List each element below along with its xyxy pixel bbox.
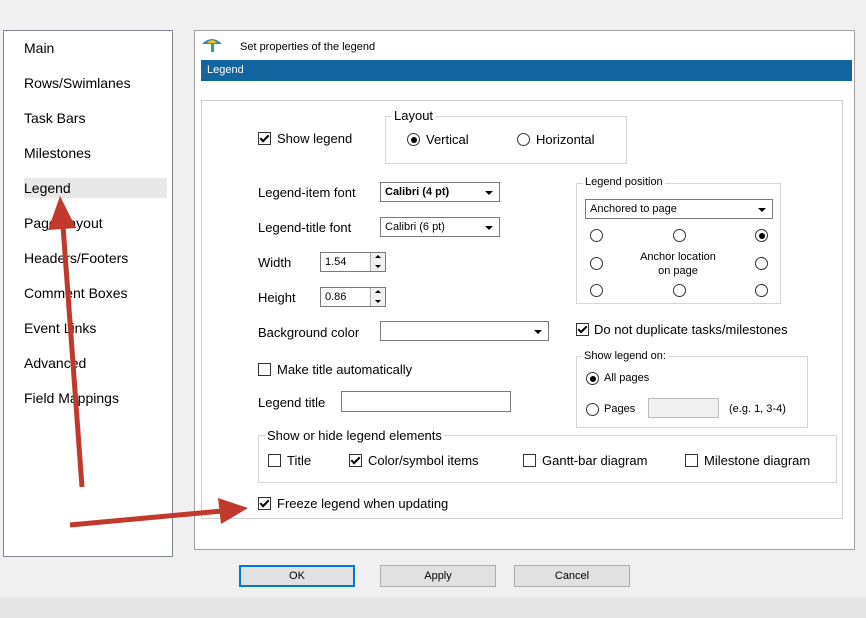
color-symbol-checkbox[interactable] — [349, 454, 362, 467]
section-header-bar: Legend — [201, 60, 852, 81]
legend-position-select[interactable]: Anchored to page — [585, 199, 773, 219]
spin-down-icon[interactable] — [370, 297, 385, 306]
layout-horizontal-radio[interactable] — [517, 133, 530, 146]
height-value: 0.86 — [325, 291, 347, 303]
background-color-select[interactable] — [380, 321, 549, 341]
anchor-middle-left-radio[interactable] — [590, 257, 603, 270]
show-legend-on-title: Show legend on: — [582, 350, 668, 362]
layout-vertical-radio[interactable] — [407, 133, 420, 146]
legend-title-font-value: Calibri (6 pt) — [385, 221, 445, 233]
layout-vertical-label: Vertical — [426, 132, 469, 147]
no-duplicate-label: Do not duplicate tasks/milestones — [594, 322, 788, 337]
app-logo-icon — [202, 39, 222, 52]
anchor-top-center-radio[interactable] — [673, 229, 686, 242]
gantt-bar-checkbox[interactable] — [523, 454, 536, 467]
title-element-label: Title — [287, 453, 312, 468]
show-legend-checkbox[interactable] — [258, 132, 271, 145]
legend-title-input[interactable] — [341, 391, 511, 412]
chevron-down-icon — [485, 191, 493, 195]
nav-item-headers-footers[interactable]: Headers/Footers — [24, 248, 167, 268]
no-duplicate-checkbox[interactable] — [576, 323, 589, 336]
chevron-down-icon — [485, 226, 493, 230]
freeze-legend-checkbox[interactable] — [258, 497, 271, 510]
cancel-button[interactable]: Cancel — [514, 565, 630, 587]
legend-item-font-select[interactable]: Calibri (4 pt) — [380, 182, 500, 202]
nav-item-event-links[interactable]: Event Links — [24, 318, 167, 338]
make-title-label: Make title automatically — [277, 362, 413, 377]
title-element-checkbox[interactable] — [268, 454, 281, 467]
anchor-bottom-right-radio[interactable] — [755, 284, 768, 297]
width-spinner[interactable]: 1.54 — [320, 252, 386, 272]
pages-radio[interactable] — [586, 403, 599, 416]
legend-item-font-label: Legend-item font — [258, 185, 356, 200]
ok-button[interactable]: OK — [239, 565, 355, 587]
gantt-bar-label: Gantt-bar diagram — [542, 453, 648, 468]
legend-title-font-select[interactable]: Calibri (6 pt) — [380, 217, 500, 237]
chevron-down-icon — [758, 208, 766, 212]
legend-item-font-value: Calibri (4 pt) — [385, 186, 450, 198]
pages-label: Pages — [604, 403, 636, 415]
nav-item-advanced[interactable]: Advanced — [24, 353, 167, 373]
nav-item-field-mappings[interactable]: Field Mappings — [24, 388, 167, 408]
milestone-diagram-checkbox[interactable] — [685, 454, 698, 467]
pages-input[interactable] — [648, 398, 719, 418]
width-label: Width — [258, 255, 292, 270]
section-title: Legend — [207, 64, 244, 76]
nav-item-main[interactable]: Main — [24, 38, 167, 58]
pages-example-label: (e.g. 1, 3-4) — [729, 403, 786, 415]
width-value: 1.54 — [325, 256, 347, 268]
anchor-middle-right-radio[interactable] — [755, 257, 768, 270]
height-label: Height — [258, 290, 296, 305]
anchor-top-left-radio[interactable] — [590, 229, 603, 242]
freeze-legend-label: Freeze legend when updating — [277, 496, 449, 511]
chevron-down-icon — [534, 330, 542, 334]
anchor-location-line1: Anchor location — [640, 251, 716, 263]
anchor-top-right-radio[interactable] — [755, 229, 768, 242]
legend-elements-title: Show or hide legend elements — [265, 428, 444, 443]
legend-title-font-label: Legend-title font — [258, 220, 352, 235]
nav-item-task-bars[interactable]: Task Bars — [24, 108, 167, 128]
anchor-bottom-left-radio[interactable] — [590, 284, 603, 297]
height-spinner[interactable]: 0.86 — [320, 287, 386, 307]
anchor-location-label: Anchor location on page — [628, 250, 728, 278]
layout-group-title: Layout — [392, 108, 436, 123]
nav-item-legend[interactable]: Legend — [24, 178, 167, 198]
dialog-title: Set properties of the legend — [240, 41, 376, 53]
anchor-location-line2: on page — [658, 265, 698, 277]
nav-item-rows-swimlanes[interactable]: Rows/Swimlanes — [24, 73, 167, 93]
legend-position-title: Legend position — [583, 176, 665, 188]
apply-button[interactable]: Apply — [380, 565, 496, 587]
nav-item-page-layout[interactable]: Page Layout — [24, 213, 167, 233]
all-pages-label: All pages — [604, 372, 650, 384]
make-title-checkbox[interactable] — [258, 363, 271, 376]
legend-title-label: Legend title — [258, 395, 326, 410]
nav-item-comment-boxes[interactable]: Comment Boxes — [24, 283, 167, 303]
nav-item-milestones[interactable]: Milestones — [24, 143, 167, 163]
color-symbol-label: Color/symbol items — [368, 453, 479, 468]
layout-horizontal-label: Horizontal — [536, 132, 595, 147]
anchor-bottom-center-radio[interactable] — [673, 284, 686, 297]
status-strip — [0, 597, 866, 618]
milestone-diagram-label: Milestone diagram — [704, 453, 811, 468]
all-pages-radio[interactable] — [586, 372, 599, 385]
show-legend-label: Show legend — [277, 131, 353, 146]
background-color-label: Background color — [258, 325, 360, 340]
spin-down-icon[interactable] — [370, 262, 385, 271]
legend-position-value: Anchored to page — [590, 203, 677, 215]
